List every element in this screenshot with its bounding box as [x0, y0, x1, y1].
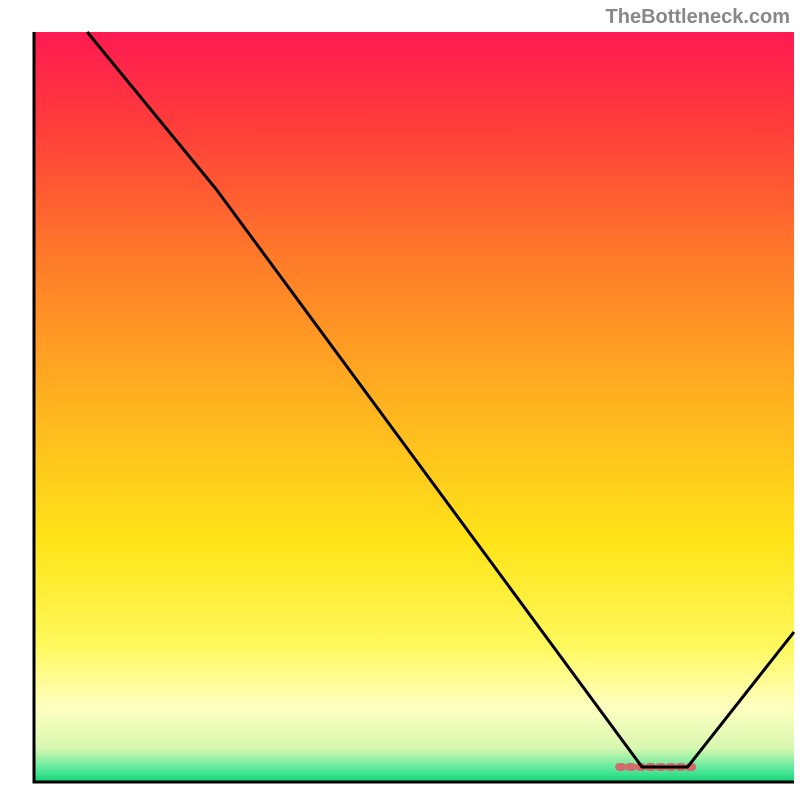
watermark-text: TheBottleneck.com	[606, 6, 790, 29]
chart-background	[34, 32, 794, 782]
chart-container: TheBottleneck.com	[0, 0, 800, 800]
bottleneck-chart	[0, 0, 800, 800]
